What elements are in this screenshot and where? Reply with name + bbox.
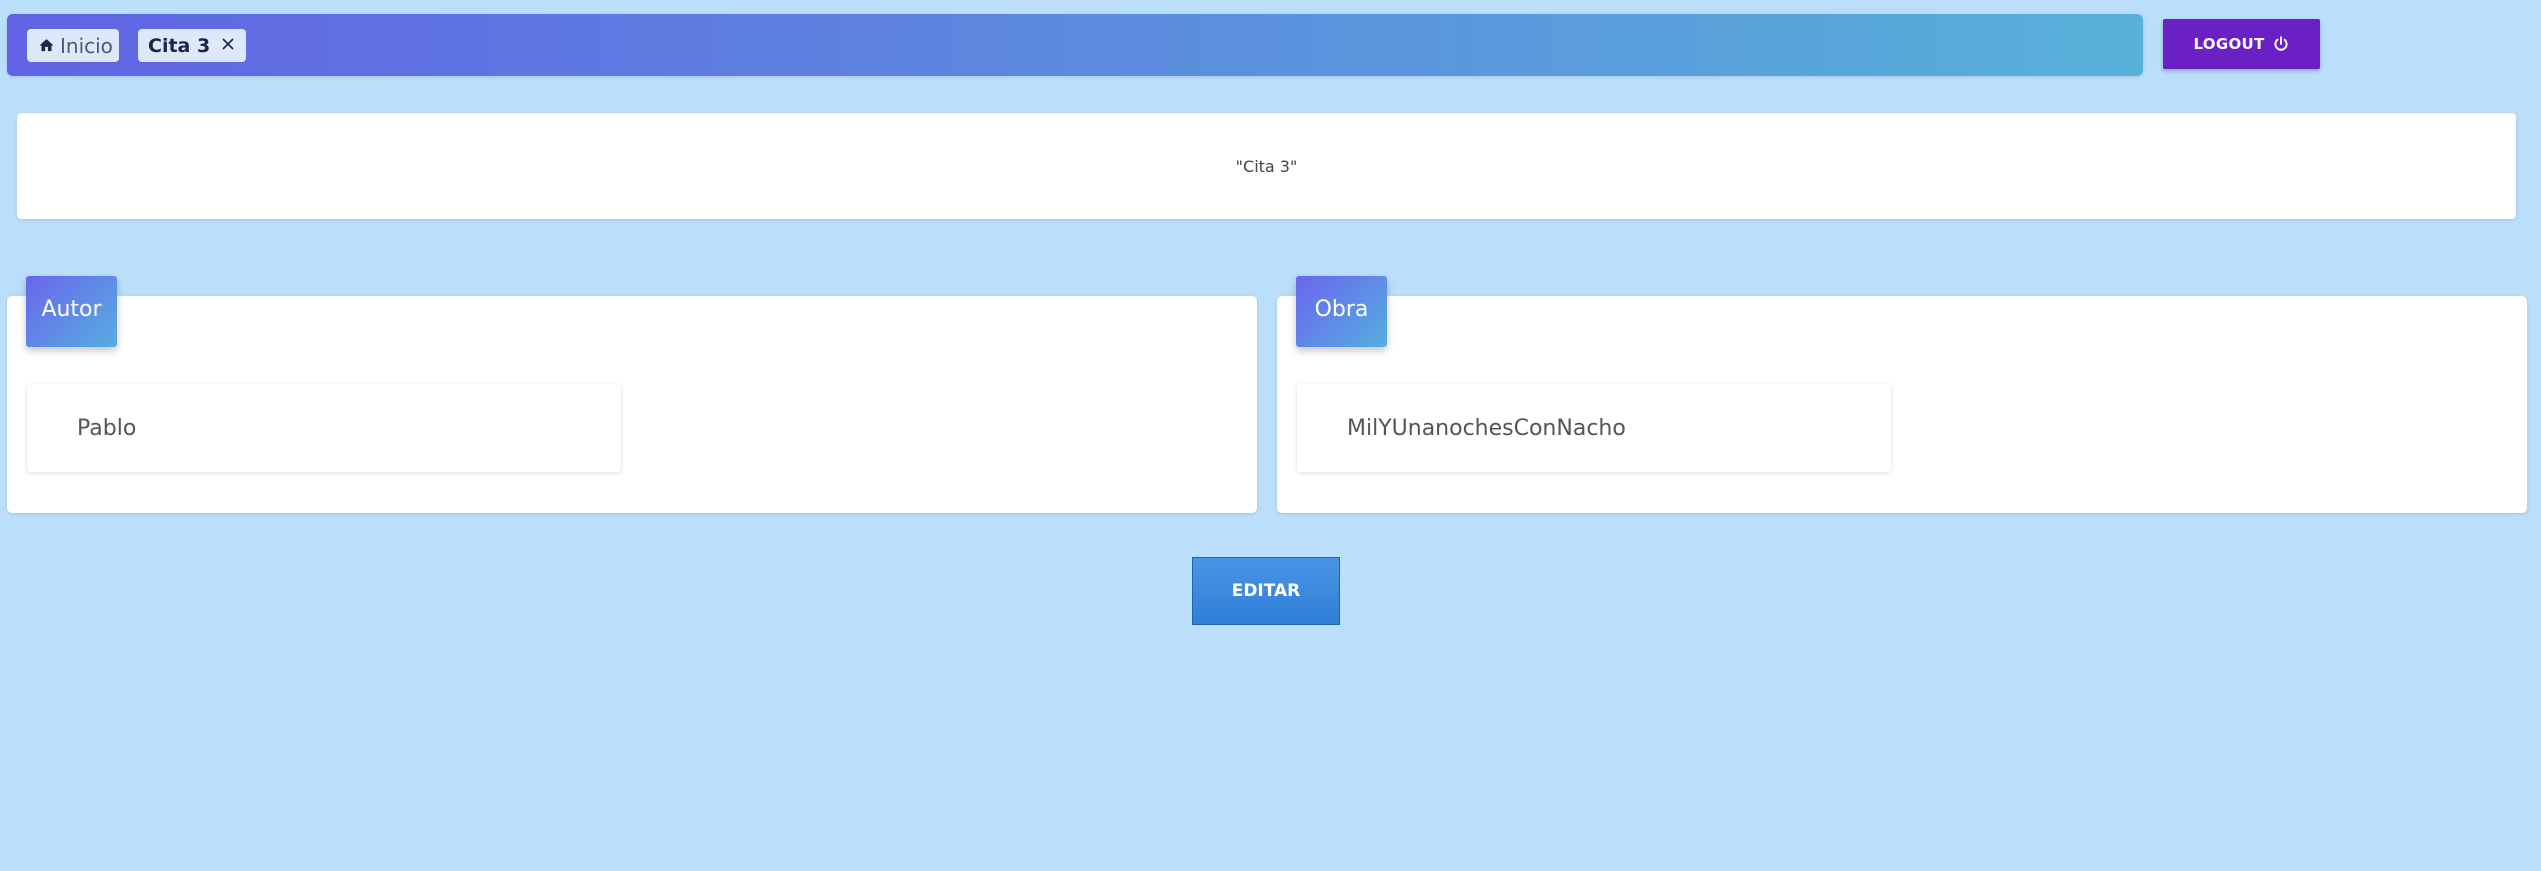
quote-text: "Cita 3" bbox=[1235, 156, 1298, 176]
autor-card-header: Autor bbox=[26, 276, 117, 347]
obra-card-title: Obra bbox=[1314, 297, 1369, 322]
obra-card-header: Obra bbox=[1296, 276, 1387, 347]
close-icon[interactable] bbox=[220, 36, 236, 52]
autor-card-title: Autor bbox=[41, 297, 102, 322]
tab-inicio-label: Inicio bbox=[60, 33, 113, 58]
autor-card: Autor Pablo bbox=[7, 276, 1257, 513]
edit-button[interactable]: EDITAR bbox=[1192, 557, 1340, 625]
top-navigation-bar: Inicio Cita 3 bbox=[7, 14, 2143, 76]
tab-cita-3[interactable]: Cita 3 bbox=[138, 29, 246, 62]
tab-inicio[interactable]: Inicio bbox=[27, 29, 119, 62]
tab-cita-3-label: Cita 3 bbox=[148, 34, 211, 57]
obra-value-box: MilYUnanochesConNacho bbox=[1297, 384, 1891, 472]
logout-label: LOGOUT bbox=[2193, 35, 2265, 53]
obra-card: Obra MilYUnanochesConNacho bbox=[1277, 276, 2527, 513]
edit-button-label: EDITAR bbox=[1231, 581, 1301, 601]
obra-value: MilYUnanochesConNacho bbox=[1347, 415, 1626, 441]
logout-button[interactable]: LOGOUT bbox=[2163, 19, 2320, 69]
power-icon bbox=[2274, 36, 2288, 51]
autor-value-box: Pablo bbox=[27, 384, 621, 472]
quote-card: "Cita 3" bbox=[17, 113, 2516, 219]
home-icon bbox=[39, 39, 54, 52]
autor-value: Pablo bbox=[77, 415, 137, 441]
